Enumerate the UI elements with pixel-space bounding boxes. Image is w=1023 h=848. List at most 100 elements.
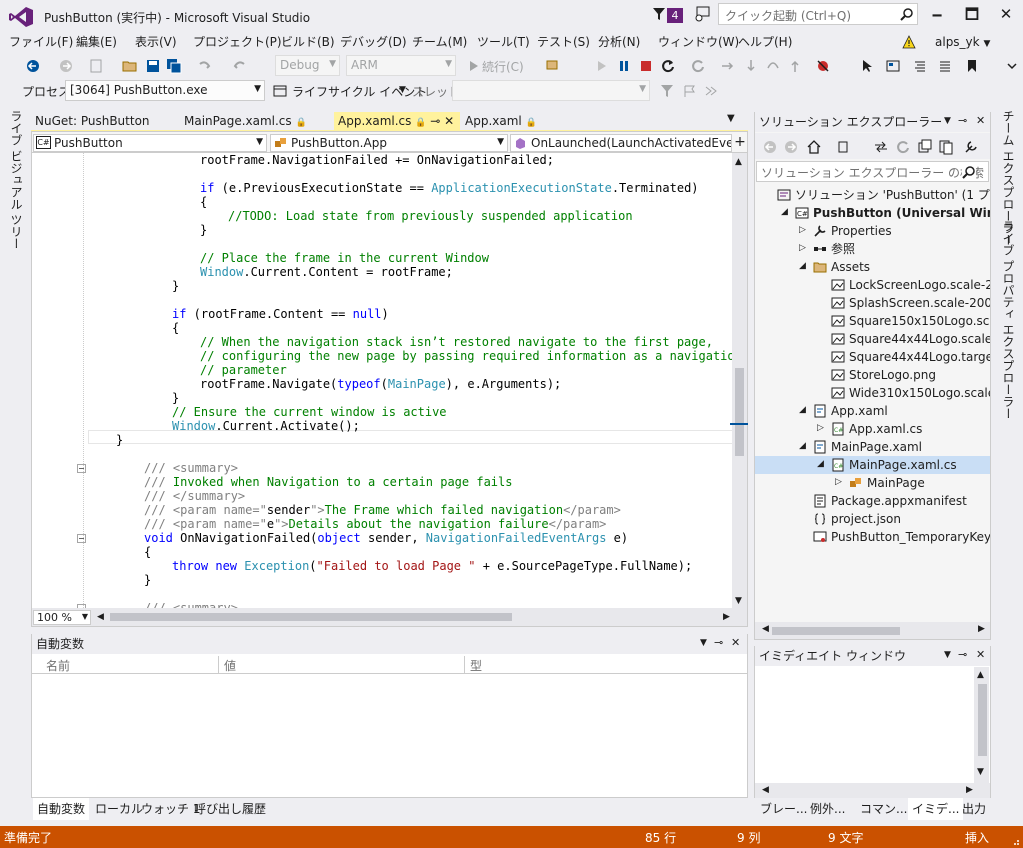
hscroll-thumb[interactable]: [110, 613, 512, 621]
menu-tools[interactable]: ツール(T): [477, 33, 530, 50]
code-line[interactable]: /// <summary>: [144, 601, 238, 608]
code-line[interactable]: void OnNavigationFailed(object sender, N…: [144, 531, 628, 545]
menu-analyze[interactable]: 分析(N): [598, 33, 640, 50]
scroll-thumb[interactable]: [978, 684, 987, 756]
refresh-icon[interactable]: [690, 58, 706, 74]
tree-item[interactable]: ▷ MainPage: [755, 474, 990, 492]
tree-item[interactable]: Square44x44Logo.targetsize-: [755, 348, 990, 366]
restart-icon[interactable]: [660, 58, 676, 74]
close-icon[interactable]: ✕: [444, 114, 454, 128]
show-all-files-icon[interactable]: [938, 139, 954, 155]
outline-collapse-icon[interactable]: [77, 534, 86, 543]
menu-edit[interactable]: 編集(E): [76, 33, 117, 50]
tab-immediate[interactable]: イミデ...: [908, 798, 964, 820]
save-all-icon[interactable]: [166, 58, 182, 74]
code-line[interactable]: // When the navigation stack isn’t resto…: [200, 335, 713, 349]
code-line[interactable]: /// <summary>: [144, 461, 238, 475]
code-line[interactable]: {: [200, 195, 207, 209]
forward-icon[interactable]: [58, 58, 74, 74]
code-line[interactable]: /// <param name="e">Details about the na…: [144, 517, 606, 531]
code-line[interactable]: /// </summary>: [144, 489, 245, 503]
code-line[interactable]: // configuring the new page by passing r…: [200, 349, 732, 363]
close-icon[interactable]: ✕: [976, 114, 985, 127]
save-icon[interactable]: [145, 58, 161, 74]
scroll-left-icon[interactable]: ◀: [762, 785, 769, 795]
expand-arrow-icon[interactable]: ▷: [835, 478, 844, 487]
back-icon[interactable]: [762, 139, 778, 155]
quick-launch-input[interactable]: クイック起動 (Ctrl+Q): [718, 3, 918, 25]
tab-app-xaml[interactable]: App.xaml 🔒: [461, 112, 541, 131]
search-icon[interactable]: [962, 165, 976, 179]
tree-item[interactable]: Wide310x150Logo.scale-200: [755, 384, 990, 402]
code-line[interactable]: rootFrame.NavigationFailed += OnNavigati…: [200, 153, 554, 167]
maximize-button[interactable]: 🗖: [955, 0, 989, 30]
search-icon[interactable]: [900, 7, 914, 21]
outline-collapse-icon[interactable]: [77, 464, 86, 473]
filter-icon[interactable]: [652, 7, 666, 21]
pending-changes-icon[interactable]: [836, 139, 852, 155]
code-line[interactable]: /// Invoked when Navigation to a certain…: [144, 475, 512, 489]
panel-menu-icon[interactable]: ▼: [944, 116, 951, 126]
tab-breakpoints[interactable]: ブレー...: [756, 798, 811, 820]
code-line[interactable]: }: [116, 433, 123, 447]
tree-item[interactable]: LockScreenLogo.scale-200.p: [755, 276, 990, 294]
feedback-icon[interactable]: [694, 6, 710, 22]
menu-project[interactable]: プロジェクト(P): [193, 33, 282, 50]
menu-view[interactable]: 表示(V): [135, 33, 177, 50]
collapse-arrow-icon[interactable]: ◢: [799, 262, 808, 271]
format-icon[interactable]: [912, 58, 928, 74]
menu-file[interactable]: ファイル(F): [9, 33, 73, 50]
code-line[interactable]: }: [144, 573, 151, 587]
col-divider[interactable]: [218, 656, 219, 673]
live-visual-tree-tab[interactable]: ライブ ビジュアル ツリー: [8, 110, 25, 250]
lifecycle-events-button[interactable]: ライフサイクル イベント: [292, 83, 427, 100]
code-line[interactable]: throw new Exception("Failed to load Page…: [172, 559, 692, 573]
scroll-up-icon[interactable]: ▲: [977, 670, 984, 680]
menu-window[interactable]: ウィンドウ(W): [658, 33, 739, 50]
tree-item[interactable]: ◢ App.xaml: [755, 402, 990, 420]
close-button[interactable]: ✕: [989, 0, 1023, 30]
tree-item[interactable]: ▷ C# App.xaml.cs: [755, 420, 990, 438]
menu-test[interactable]: テスト(S): [537, 33, 590, 50]
code-line[interactable]: }: [200, 223, 207, 237]
code-line[interactable]: {: [172, 321, 179, 335]
tree-item[interactable]: ▷ Properties: [755, 222, 990, 240]
lifecycle-events-icon[interactable]: [272, 83, 288, 99]
scroll-left-icon[interactable]: ◀: [97, 612, 104, 622]
minimize-button[interactable]: 🗕: [920, 0, 954, 30]
code-line[interactable]: // Ensure the current window is active: [172, 405, 447, 419]
class-dropdown[interactable]: PushButton.App ▼: [270, 134, 508, 152]
notification-badge[interactable]: 4: [667, 8, 683, 23]
expand-arrow-icon[interactable]: ▷: [799, 226, 808, 235]
tree-item[interactable]: StoreLogo.png: [755, 366, 990, 384]
pause-icon[interactable]: [616, 58, 632, 74]
close-icon[interactable]: ✕: [976, 648, 985, 661]
code-line[interactable]: {: [144, 545, 151, 559]
comment-icon[interactable]: [937, 58, 953, 74]
immediate-hscrollbar[interactable]: [755, 783, 990, 798]
tree-item[interactable]: Package.appxmanifest: [755, 492, 990, 510]
zoom-dropdown[interactable]: 100 % ▼: [33, 610, 91, 625]
solution-config-dropdown[interactable]: Debug ▼: [275, 55, 340, 76]
scroll-right-icon[interactable]: ▶: [978, 624, 985, 634]
code-line[interactable]: Window.Current.Content = rootFrame;: [200, 265, 453, 279]
tree-hscroll-thumb[interactable]: [772, 627, 900, 635]
play-icon[interactable]: [466, 58, 482, 74]
scroll-up-icon[interactable]: ▲: [735, 157, 742, 167]
step-over-icon[interactable]: [765, 58, 781, 74]
stack-frame-icon[interactable]: [703, 83, 719, 99]
code-line[interactable]: if (rootFrame.Content == null): [172, 307, 389, 321]
step-out-icon[interactable]: [787, 58, 803, 74]
code-area[interactable]: rootFrame.NavigationFailed += OnNavigati…: [32, 153, 732, 608]
tree-item[interactable]: project.json: [755, 510, 990, 528]
tab-mainpage-xaml-cs[interactable]: MainPage.xaml.cs 🔒: [180, 112, 311, 131]
user-account-menu[interactable]: alps_yk ▼: [935, 35, 990, 49]
scroll-right-icon[interactable]: ▶: [723, 612, 730, 622]
split-editor-icon[interactable]: +: [734, 134, 746, 152]
collapse-arrow-icon[interactable]: ◢: [781, 208, 790, 217]
pin-icon[interactable]: ⊸: [958, 114, 967, 127]
properties-icon[interactable]: [963, 139, 979, 155]
warning-icon[interactable]: [902, 35, 916, 49]
resize-grip-icon[interactable]: [1010, 836, 1020, 846]
bookmark-icon[interactable]: [964, 58, 980, 74]
